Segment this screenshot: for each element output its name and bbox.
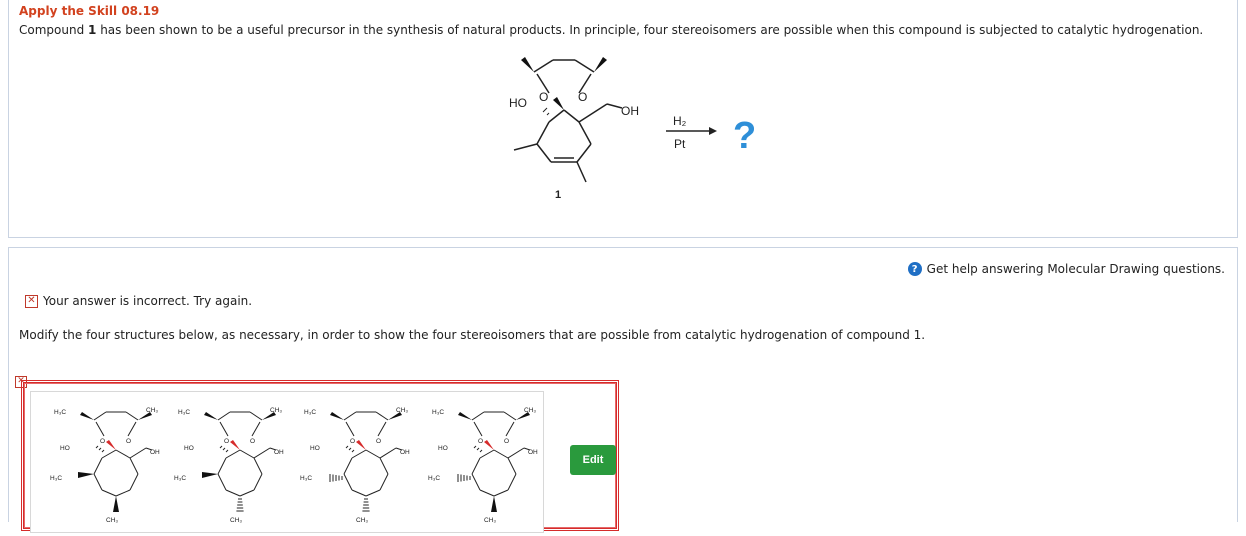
ch3-label: CH₃ — [146, 407, 158, 414]
red-wedge — [106, 440, 116, 450]
h3c-label: H₃C — [54, 409, 66, 416]
reagent-h2: H₂ — [673, 114, 687, 128]
o-label: O — [250, 438, 255, 445]
methyl-wedge — [491, 496, 497, 512]
help-icon: ? — [907, 262, 922, 276]
h3c-label: H₃C — [50, 475, 62, 482]
ch3-label: CH₃ — [524, 407, 536, 414]
red-wedge — [484, 440, 494, 450]
oh-label: OH — [528, 449, 538, 456]
h3c-label: H₃C — [174, 475, 186, 482]
ho-label: HO — [60, 445, 70, 452]
o-label: O — [504, 438, 509, 445]
o-label: O — [126, 438, 131, 445]
methyl-wedge — [204, 412, 218, 420]
molecule-drawing-area[interactable]: H₃C CH₃ O O HO OH H₃C CH₃ H₃C CH₃ O O HO OH H₃C CH₃ H₃C C… — [30, 391, 544, 533]
product-question-mark: ? — [733, 115, 756, 157]
methyl-wedge — [330, 412, 344, 420]
ho-label: HO — [438, 445, 448, 452]
h3c-label: H₃C — [178, 409, 190, 416]
oh-label: OH — [150, 449, 160, 456]
red-wedge — [230, 440, 240, 450]
reaction-scheme: O O HO OH 1 H₂ Pt ? — [509, 57, 756, 201]
o-label-left: O — [539, 90, 548, 104]
h3c-label: H₃C — [300, 475, 312, 482]
ch3-label: CH₃ — [396, 407, 408, 414]
answer-box: H₃C CH₃ O O HO OH H₃C CH₃ H₃C CH₃ O O HO OH H₃C CH₃ H₃C C… — [21, 380, 619, 533]
help-link[interactable]: ? Get help answering Molecular Drawing q… — [907, 262, 1225, 276]
reagent-pt: Pt — [674, 137, 686, 151]
instruction-text: Modify the four structures below, as nec… — [19, 328, 926, 342]
h3c-label: H₃C — [428, 475, 440, 482]
oh-label: OH — [400, 449, 410, 456]
methyl-wedge — [458, 412, 472, 420]
oh-label: OH — [274, 449, 284, 456]
ho-label: HO — [184, 445, 194, 452]
methyl-wedge — [113, 496, 119, 512]
ho-label: HO — [310, 445, 320, 452]
answer-panel: ? Get help answering Molecular Drawing q… — [8, 247, 1238, 533]
red-wedge — [356, 440, 366, 450]
o-label: O — [100, 438, 105, 445]
feedback-message: ✕ Your answer is incorrect. Try again. — [25, 294, 252, 308]
methyl-wedge — [78, 472, 94, 478]
h3c-label: H₃C — [432, 409, 444, 416]
ho-label: HO — [509, 96, 527, 110]
methyl-wedge — [80, 412, 94, 420]
o-label: O — [224, 438, 229, 445]
compound-number-label: 1 — [555, 189, 561, 201]
edit-button[interactable]: Edit — [570, 445, 616, 475]
o-label: O — [350, 438, 355, 445]
oh-label: OH — [621, 104, 639, 118]
question-panel: Apply the Skill 08.19 Compound 1 has bee… — [8, 0, 1238, 238]
h3c-label: H₃C — [304, 409, 316, 416]
o-label: O — [376, 438, 381, 445]
molecule-structures: H₃C CH₃O OHOOHH₃CCH₃H₃C CH₃O OHOOHH₃CCH₃H₃C C… — [50, 407, 538, 524]
o-label-right: O — [578, 90, 587, 104]
ch3-label: CH₃ — [270, 407, 282, 414]
o-label: O — [478, 438, 483, 445]
methyl-wedge — [202, 472, 218, 478]
incorrect-icon: ✕ — [25, 294, 38, 308]
